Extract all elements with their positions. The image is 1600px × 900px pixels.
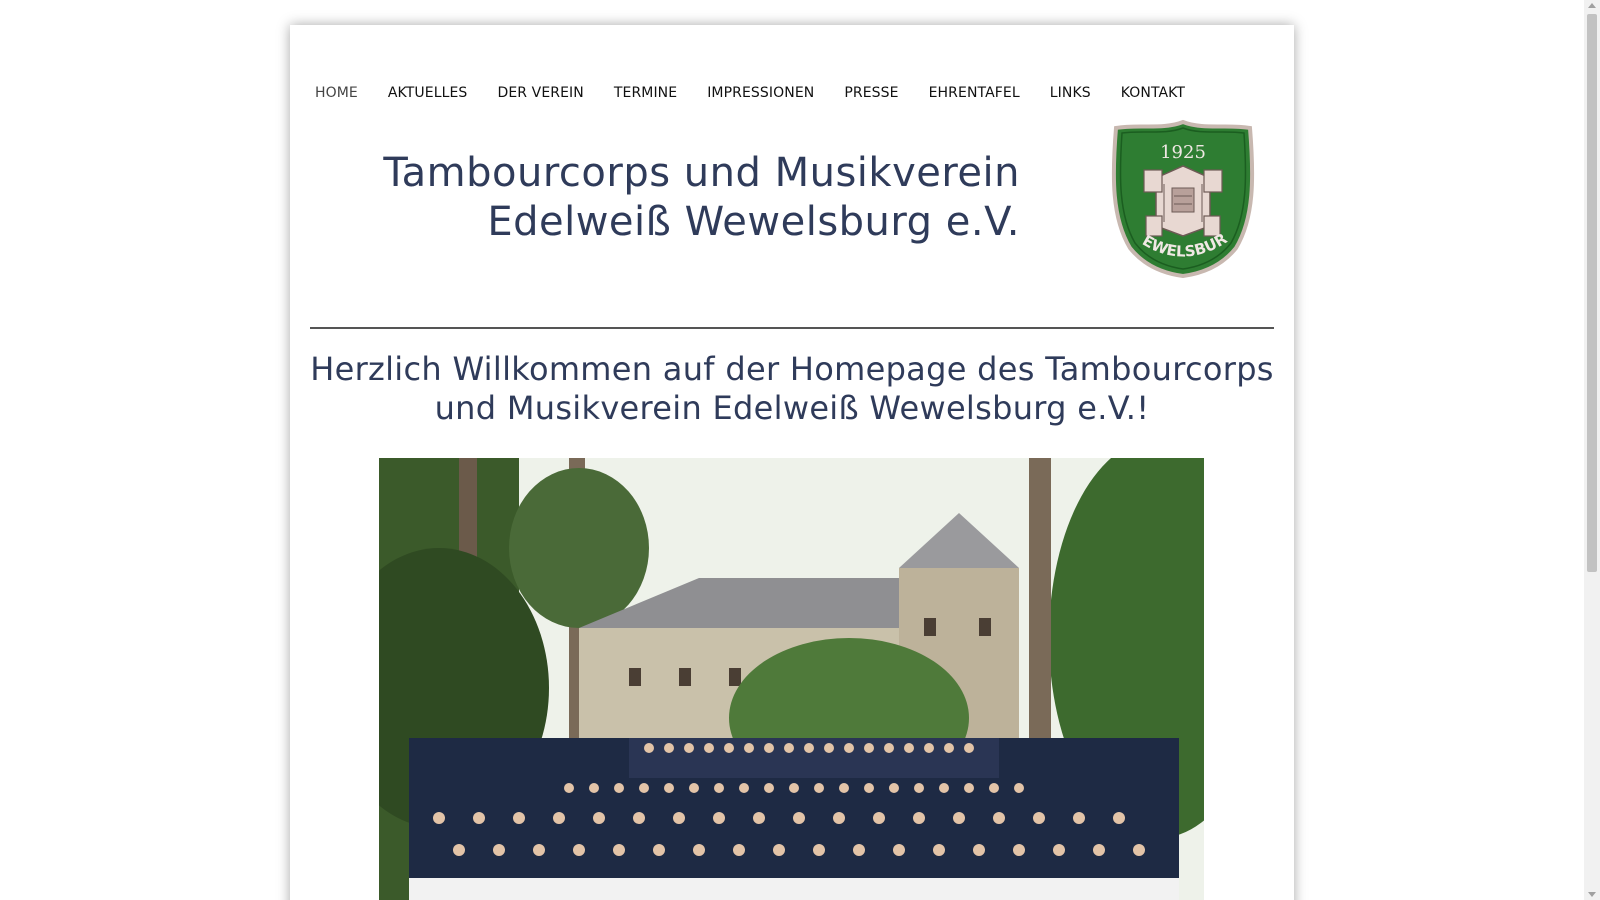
tree-foliage-top (509, 468, 649, 628)
main-navigation: HOME AKTUELLES DER VEREIN TERMINE IMPRES… (315, 85, 1215, 101)
nav-item-ehrentafel[interactable]: EHRENTAFEL (929, 85, 1020, 101)
nav-item-home[interactable]: HOME (315, 85, 358, 101)
page-container: HOME AKTUELLES DER VEREIN TERMINE IMPRES… (290, 25, 1294, 900)
nav-item-presse[interactable]: PRESSE (844, 85, 898, 101)
group-photo (379, 458, 1204, 900)
site-title-line1: Tambourcorps und Musikverein (383, 150, 1020, 196)
nav-item-termine[interactable]: TERMINE (614, 85, 677, 101)
site-title-line2: Edelweiß Wewelsburg e.V. (487, 199, 1020, 245)
nav-item-kontakt[interactable]: KONTAKT (1121, 85, 1185, 101)
scroll-up-arrow-icon[interactable] (1588, 3, 1596, 8)
castle-icon (1143, 165, 1223, 237)
nav-item-der-verein[interactable]: DER VEREIN (497, 85, 583, 101)
welcome-heading-line1: Herzlich Willkommen auf der Homepage des… (310, 350, 1274, 388)
scrollbar-thumb[interactable] (1587, 14, 1597, 572)
club-crest-logo[interactable]: 1925 WEWELSBURG (1108, 118, 1258, 278)
browser-viewport: HOME AKTUELLES DER VEREIN TERMINE IMPRES… (0, 0, 1600, 900)
header-divider (310, 327, 1274, 329)
crest-year: 1925 (1160, 142, 1206, 163)
nav-item-impressionen[interactable]: IMPRESSIONEN (707, 85, 814, 101)
scroll-down-arrow-icon[interactable] (1588, 892, 1596, 897)
nav-item-aktuelles[interactable]: AKTUELLES (388, 85, 468, 101)
nav-item-links[interactable]: LINKS (1050, 85, 1091, 101)
vertical-scrollbar[interactable] (1584, 0, 1600, 900)
welcome-heading: Herzlich Willkommen auf der Homepage des… (310, 350, 1274, 428)
group-photo-illustration (379, 458, 1204, 900)
welcome-heading-line2: und Musikverein Edelweiß Wewelsburg e.V.… (434, 389, 1150, 427)
